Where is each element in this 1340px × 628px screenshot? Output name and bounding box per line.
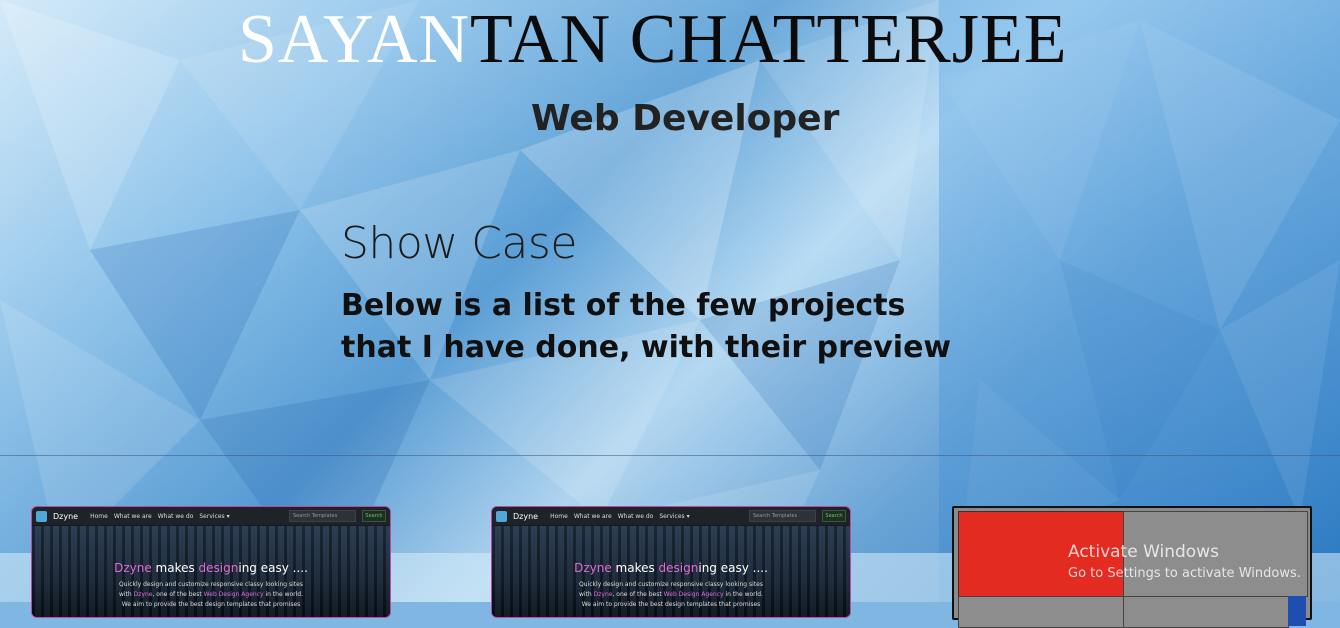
activate-windows-watermark: Activate Windows Go to Settings to activ… [1068,540,1301,584]
preview-search-button: Search [822,510,846,522]
preview-navbar: Dzyne Home What we are What we do Servic… [32,507,390,525]
preview-nav-item: Services ▾ [199,512,230,520]
watermark-title: Activate Windows [1068,542,1219,562]
preview-subtext: Quickly design and customize responsive … [118,581,304,608]
preview-search-button: Search [362,510,386,522]
showcase-description: Below is a list of the few projects that… [341,288,952,365]
preview-nav-item: Services ▾ [659,512,690,520]
preview-search-input: Search Templates [749,510,816,522]
name-part-1: SAYAN [238,1,470,78]
watermark-subtitle: Go to Settings to activate Windows. [1068,566,1301,581]
preview-headline: Dzyne makes designing easy .... [114,561,308,575]
preview-brand: Dzyne [513,511,539,521]
project-card[interactable]: Dzyne Home What we are What we do Servic… [491,506,851,618]
preview-nav-item: What we do [617,512,654,520]
site-owner-name: SAYANTAN CHATTERJEE [238,0,1118,80]
logo-icon [496,510,507,522]
name-part-2: TAN CHATTERJEE [469,1,1068,78]
preview-hero: Dzyne makes designing easy .... Quickly … [32,526,390,617]
preview-nav-item: What we do [157,512,194,520]
preview-nav-item: What we are [113,512,152,520]
preview-nav-item: Home [550,512,568,520]
preview-brand: Dzyne [53,511,79,521]
preview-headline: Dzyne makes designing easy .... [574,561,768,575]
preview-nav-item: Home [90,512,108,520]
preview-gray-block [1123,596,1289,628]
preview-blue-block [1288,596,1306,626]
preview-nav-item: What we are [573,512,612,520]
preview-subtext: Quickly design and customize responsive … [578,581,764,608]
preview-search-input: Search Templates [289,510,356,522]
logo-icon [36,510,47,522]
showcase-title: Show Case [341,218,577,269]
preview-navbar: Dzyne Home What we are What we do Servic… [492,507,850,525]
project-card[interactable]: Dzyne Home What we are What we do Servic… [31,506,391,618]
role-heading: Web Developer [531,98,840,139]
preview-gray-block [958,596,1124,628]
divider [0,455,1340,456]
preview-hero: Dzyne makes designing easy .... Quickly … [492,526,850,617]
